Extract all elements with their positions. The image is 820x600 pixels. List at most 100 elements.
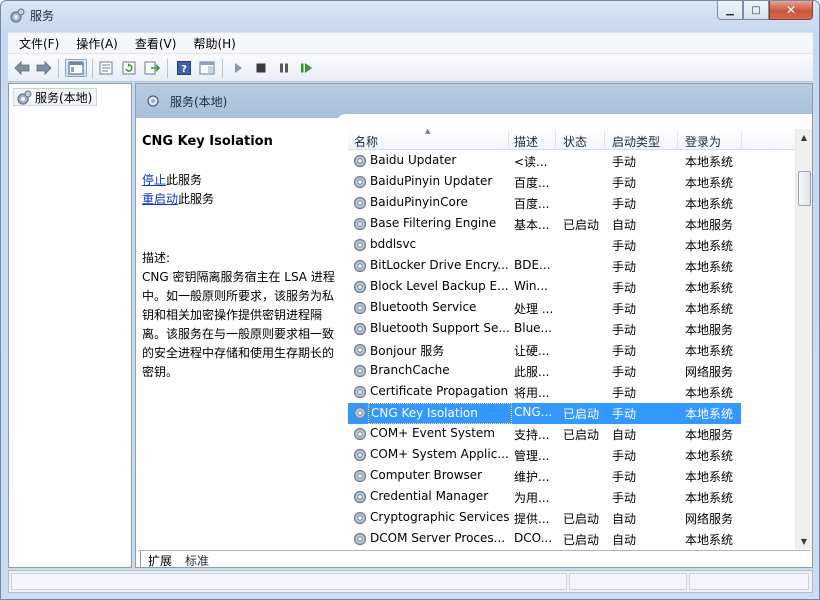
tab-standard[interactable]: 标准 [178,551,215,568]
menu-view[interactable]: 查看(V) [124,35,183,52]
service-name: Bonjour 服务 [370,344,445,358]
service-logon-as: 本地系统 [685,197,734,211]
column-divider[interactable] [604,131,605,148]
vertical-scrollbar[interactable]: ▲ ▼ [795,129,812,549]
service-startup-type: 自动 [612,428,637,442]
service-row[interactable]: BitLocker Drive Encry... BDE... 手动 本地系统 [348,256,741,277]
service-description: Win... [514,279,548,293]
services-gear-icon [10,8,25,23]
service-row[interactable]: Cryptographic Services 提供... 已启动 自动 网络服务 [348,508,741,529]
scroll-down-arrow-icon[interactable]: ▼ [796,533,812,549]
service-logon-as: 网络服务 [685,512,734,526]
service-description: 基本... [514,218,550,232]
pause-service-button[interactable] [274,59,294,77]
service-startup-type: 手动 [612,365,637,379]
service-row[interactable]: Base Filtering Engine 基本... 已启动 自动 本地服务 [348,214,741,235]
stop-service-button[interactable] [251,59,271,77]
service-row[interactable]: Certificate Propagation 将用... 手动 本地系统 [348,382,741,403]
service-name: Base Filtering Engine [370,216,497,230]
tree-node-services-local[interactable]: 服务(本地) [13,88,98,106]
service-logon-as: 本地系统 [685,470,734,484]
maximize-button[interactable]: □ [743,1,769,20]
service-description: <读... [514,155,548,169]
close-button[interactable]: ✕ [769,1,813,20]
service-name: CNG Key Isolation [368,403,512,424]
show-hide-button[interactable] [197,59,217,77]
service-startup-type: 手动 [612,344,637,358]
restart-service-button[interactable] [297,59,317,77]
service-row[interactable]: CNG Key Isolation CNG... 已启动 手动 本地系统 [348,403,741,424]
start-service-button[interactable] [228,59,248,77]
toolbar-separator [222,59,223,78]
column-header-status[interactable]: 状态 [563,133,587,150]
service-logon-as: 本地系统 [685,281,734,295]
service-row[interactable]: Bluetooth Support Se... Blue... 手动 本地服务 [348,319,741,340]
export-list-button[interactable] [142,59,162,77]
service-logon-as: 本地系统 [685,155,734,169]
service-gear-icon [352,195,368,211]
service-row[interactable]: Credential Manager 为用... 手动 本地系统 [348,487,741,508]
service-status: 已启动 [563,512,600,526]
service-name: Baidu Updater [370,153,457,167]
restart-service-link[interactable]: 重启动 [142,192,178,206]
forward-button[interactable] [34,59,54,77]
service-row[interactable]: Bluetooth Service 处理 ... 手动 本地系统 [348,298,741,319]
service-row[interactable]: BaiduPinyin Updater 百度... 手动 本地系统 [348,172,741,193]
menu-file[interactable]: 文件(F) [8,35,65,52]
service-status: 已启动 [563,218,600,232]
service-startup-type: 手动 [612,176,637,190]
service-name: bddlsvc [370,237,417,251]
scrollbar-thumb[interactable] [798,171,811,206]
selected-service-title: CNG Key Isolation [142,134,273,149]
column-header-startup-type[interactable]: 启动类型 [612,133,660,150]
forward-arrow-icon [36,61,52,75]
service-name: BaiduPinyin Updater [370,174,493,188]
column-divider[interactable] [508,131,509,148]
service-startup-type: 手动 [612,155,637,169]
service-row[interactable]: BaiduPinyinCore 百度... 手动 本地系统 [348,193,741,214]
service-status: 已启动 [563,533,600,547]
service-gear-icon [352,258,368,274]
service-gear-icon [352,426,368,442]
service-row[interactable]: bddlsvc 手动 本地系统 [348,235,741,256]
service-logon-as: 本地系统 [685,386,734,400]
service-row[interactable]: BranchCache 此服... 手动 网络服务 [348,361,741,382]
service-row[interactable]: Bonjour 服务 让硬... 手动 本地系统 [348,340,741,361]
service-row[interactable]: Baidu Updater <读... 手动 本地系统 [348,151,741,172]
service-row[interactable]: DCOM Server Proces... DCO... 已启动 自动 本地系统 [348,529,741,549]
service-description: Blue... [514,321,552,335]
service-name: COM+ System Applic... [370,447,509,461]
menu-help[interactable]: 帮助(H) [182,35,241,52]
refresh-button[interactable] [119,59,139,77]
column-divider[interactable] [741,131,742,148]
service-row[interactable]: Block Level Backup E... Win... 手动 本地系统 [348,277,741,298]
service-startup-type: 手动 [612,239,637,253]
column-header-description[interactable]: 描述 [514,133,538,150]
svg-text:?: ? [181,64,187,75]
minimize-button[interactable]: ▁ [717,1,743,20]
service-row[interactable]: Computer Browser 维护... 手动 本地系统 [348,466,741,487]
menu-action[interactable]: 操作(A) [65,35,124,52]
tab-extended[interactable]: 扩展 [140,551,179,568]
service-row[interactable]: COM+ Event System 支持... 已启动 自动 本地服务 [348,424,741,445]
service-description: 管理... [514,449,550,463]
service-row[interactable]: COM+ System Applic... 管理... 手动 本地系统 [348,445,741,466]
tab-standard-label: 标准 [185,554,210,568]
title-bar[interactable]: 服务 ▁ □ ✕ [1,1,819,31]
help-button[interactable]: ? [174,59,194,77]
column-header-name[interactable]: 名称 [354,133,378,150]
service-logon-as: 本地系统 [685,449,734,463]
stop-service-link[interactable]: 停止 [142,173,166,187]
console-tree-button[interactable] [65,59,87,77]
service-description-panel: CNG Key Isolation 停止此服务 重启动此服务 描述: CNG 密… [142,132,338,382]
service-logon-as: 本地服务 [685,323,734,337]
column-header-logon-as[interactable]: 登录为 [685,133,721,150]
scroll-up-arrow-icon[interactable]: ▲ [796,129,812,145]
column-divider[interactable] [677,131,678,148]
column-divider[interactable] [555,131,556,148]
header-curve [336,114,812,128]
service-gear-icon [352,321,368,337]
properties-button[interactable] [96,59,116,77]
back-button[interactable] [12,59,32,77]
service-gear-icon [352,489,368,505]
